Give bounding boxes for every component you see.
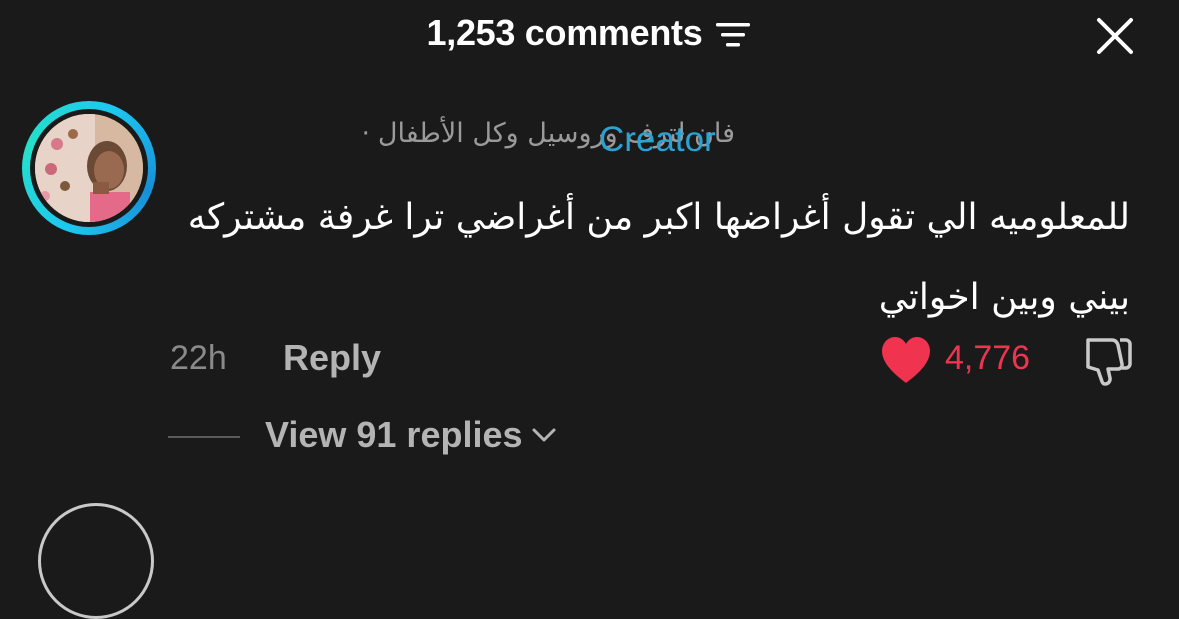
header-title-group: 1,253 comments [0,12,1179,54]
next-comment-avatar[interactable] [38,503,154,619]
heart-icon[interactable] [878,335,934,385]
avatar-image [35,114,143,222]
close-icon[interactable] [1095,16,1135,56]
comments-header: 1,253 comments [0,0,1179,76]
replies-divider [168,436,240,438]
sort-icon[interactable] [714,21,752,49]
creator-badge: Creator [599,120,716,159]
reply-button[interactable]: Reply [283,337,381,379]
comment-timestamp: 22h [170,339,227,377]
view-replies-button[interactable]: View 91 replies [265,414,557,456]
chevron-down-icon [532,428,556,442]
thumbs-down-icon[interactable] [1082,334,1134,388]
comments-count-title: 1,253 comments [426,12,703,53]
avatar-inner [30,109,148,227]
like-count: 4,776 [945,339,1031,377]
comment-text: للمعلوميه الي تقول أغراضها اكبر من أغراض… [187,197,1130,318]
view-replies-label: View 91 replies [265,414,523,455]
avatar-photo [35,114,143,222]
author-separator: · [361,118,370,149]
avatar[interactable] [22,101,156,235]
